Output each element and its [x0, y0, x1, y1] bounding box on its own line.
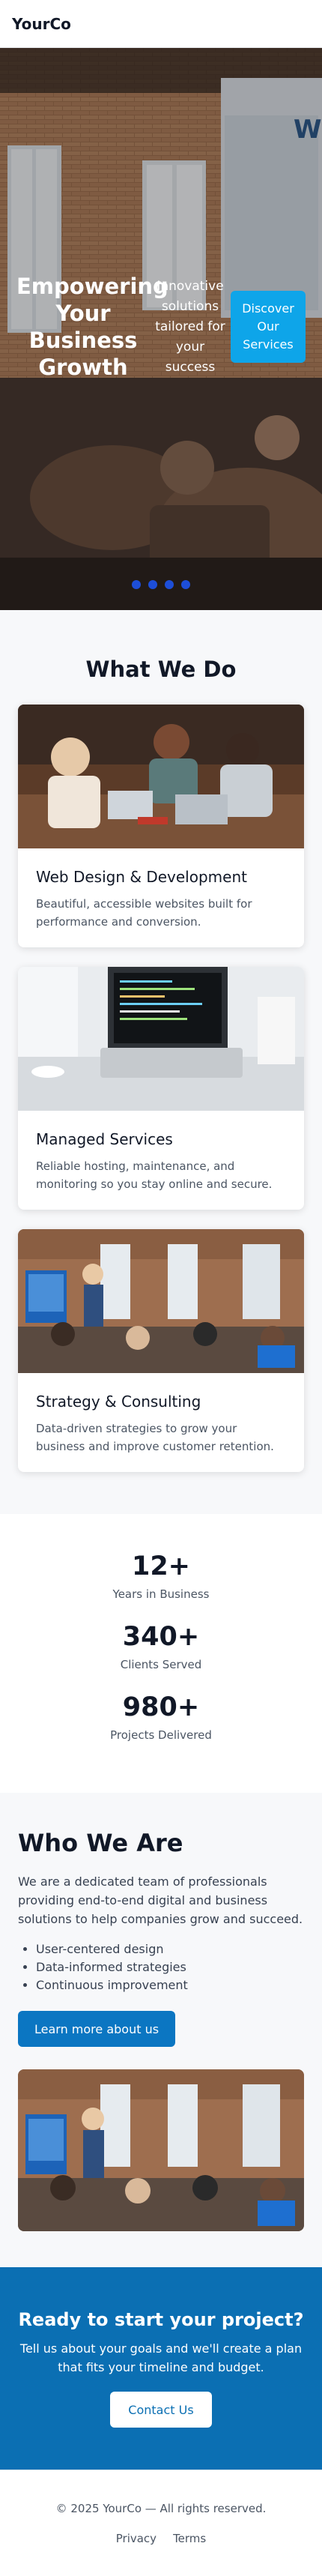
stat-item: 980+ Projects Delivered — [0, 1691, 322, 1742]
stat-value: 12+ — [131, 1551, 191, 1581]
service-card-title: Web Design & Development — [36, 868, 247, 886]
learn-more-button[interactable]: Learn more about us — [18, 2011, 176, 2047]
carousel-dot[interactable] — [148, 580, 157, 589]
stat-label: Projects Delivered — [110, 1728, 212, 1742]
service-card-strategy: Strategy & Consulting Data-driven strate… — [18, 1229, 304, 1472]
stat-label: Clients Served — [120, 1658, 202, 1671]
about-text: We are a dedicated team of professionals… — [18, 1874, 303, 1926]
service-card-text: Beautiful, accessible websites built for… — [36, 897, 252, 929]
hero-content: Empowering Your Business Growth Innovati… — [16, 273, 306, 381]
cta-section: Ready to start your project? Tell us abo… — [0, 2267, 322, 2470]
stats-section: 12+ Years in Business 340+ Clients Serve… — [0, 1514, 322, 1793]
stat-item: 12+ Years in Business — [0, 1550, 322, 1601]
stat-value: 340+ — [122, 1622, 200, 1652]
hero-title: Empowering Your Business Growth — [16, 274, 168, 380]
list-item: Continuous improvement — [36, 1976, 304, 1994]
site-header: YourCo — [0, 0, 322, 48]
cta-text: Tell us about your goals and we'll creat… — [19, 2341, 303, 2374]
team-presentation-image — [18, 2069, 304, 2231]
service-card-title: Managed Services — [36, 1130, 173, 1148]
privacy-link[interactable]: Privacy — [116, 2532, 157, 2545]
terms-link[interactable]: Terms — [173, 2532, 206, 2545]
copyright-text: © 2025 YourCo — All rights reserved. — [55, 2502, 267, 2515]
stat-value: 980+ — [122, 1692, 200, 1722]
team-meeting-image — [18, 705, 304, 848]
carousel-indicators — [0, 580, 322, 589]
cta-title: Ready to start your project? — [18, 2309, 304, 2330]
services-section: What We Do Web Design & Development Beau… — [0, 610, 322, 1514]
about-title: Who We Are — [18, 1829, 183, 1857]
carousel-dot[interactable] — [132, 580, 141, 589]
hero-carousel: WI Empowering Your Business Growth Innov… — [0, 48, 322, 610]
service-card-managed-services: Managed Services Reliable hosting, maint… — [18, 967, 304, 1210]
carousel-dot[interactable] — [165, 580, 174, 589]
stat-label: Years in Business — [112, 1587, 210, 1601]
stat-item: 340+ Clients Served — [0, 1620, 322, 1671]
presentation-image — [18, 1229, 304, 1373]
service-card-text: Reliable hosting, maintenance, and monit… — [36, 1159, 273, 1191]
service-card-web-design: Web Design & Development Beautiful, acce… — [18, 705, 304, 947]
contact-us-button[interactable]: Contact Us — [110, 2392, 212, 2428]
hero-subtitle: Innovative solutions tailored for your s… — [155, 278, 225, 375]
brand-logo[interactable]: YourCo — [12, 15, 71, 33]
services-title: What We Do — [85, 657, 237, 682]
service-card-title: Strategy & Consulting — [36, 1393, 201, 1411]
footer-links: Privacy Terms — [0, 2532, 322, 2545]
list-item: User-centered design — [36, 1940, 304, 1958]
about-section: Who We Are We are a dedicated team of pr… — [0, 1793, 322, 2267]
discover-services-button[interactable]: Discover Our Services — [231, 291, 306, 363]
about-features-list: User-centered design Data-informed strat… — [18, 1940, 304, 1994]
service-card-text: Data-driven strategies to grow your busi… — [36, 1422, 274, 1453]
carousel-dot[interactable] — [181, 580, 190, 589]
site-footer: © 2025 YourCo — All rights reserved. Pri… — [0, 2470, 322, 2568]
laptop-code-image — [18, 967, 304, 1111]
list-item: Data-informed strategies — [36, 1958, 304, 1976]
